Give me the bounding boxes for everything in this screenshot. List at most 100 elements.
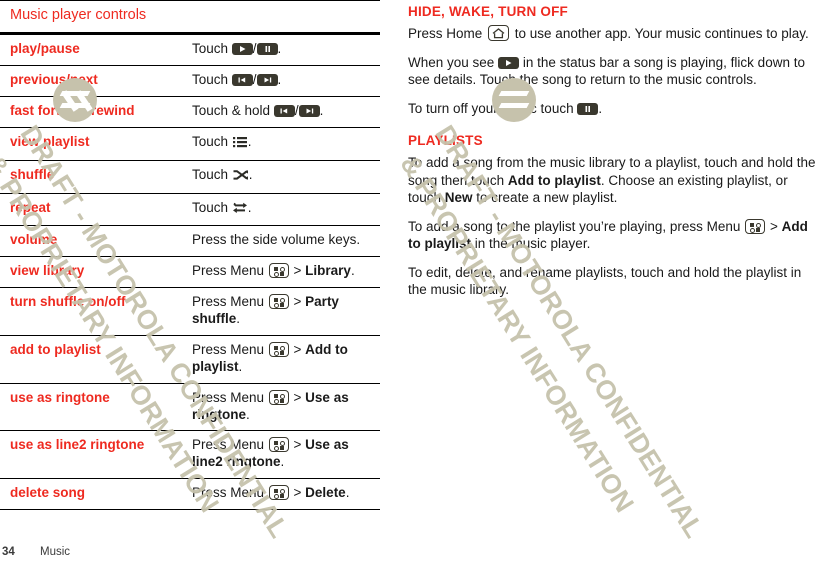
row-description: Press Menu > Add to playlist.	[190, 335, 380, 383]
row-term: add to playlist	[10, 341, 101, 357]
desc-prefix: Press Menu	[192, 389, 268, 405]
row-term: volume	[10, 232, 58, 248]
table-row: volume Press the side volume keys.	[0, 226, 380, 257]
row-description: Touch /.	[190, 34, 380, 66]
desc-prefix: Press Menu	[192, 437, 268, 453]
music-player-controls-table: Music player controls play/pause Touch /…	[0, 0, 380, 510]
page-footer: 34 Music	[0, 546, 380, 558]
desc-prefix: Press Menu	[192, 294, 268, 310]
paragraph-add-song-to-playlist: To add a song from the music library to …	[408, 154, 823, 207]
music-player-controls-table-wrapper: Music player controls play/pause Touch /…	[0, 0, 380, 510]
desc-prefix: Touch	[192, 133, 232, 149]
rewind-icon	[273, 104, 295, 117]
play-status-icon	[498, 56, 520, 69]
table-row: view playlist Touch .	[0, 127, 380, 161]
desc-prefix: Touch & hold	[192, 102, 274, 118]
desc-suffix: .	[277, 72, 282, 87]
chapter-label: Music	[40, 546, 71, 558]
paragraph-press-home: Press Home to use another app. Your musi…	[408, 25, 823, 43]
row-term: previous/next	[10, 72, 98, 87]
row-term: use as line2 ringtone	[10, 437, 145, 453]
row-description: Touch .	[190, 193, 380, 226]
menu-key-icon	[268, 263, 289, 279]
row-description: Press Menu > Delete.	[190, 478, 380, 510]
fast-forward-icon	[298, 104, 320, 117]
table-row: use as ringtone Press Menu > Use as ring…	[0, 383, 380, 431]
table-row: add to playlist Press Menu > Add to play…	[0, 335, 380, 384]
paragraph-turn-off: To turn off your music touch .	[408, 100, 823, 118]
para-text: to use another app. Your music continues…	[511, 26, 809, 41]
desc-suffix: .	[247, 133, 252, 149]
para-text: >	[766, 218, 782, 234]
desc-bold: Delete	[305, 485, 346, 501]
menu-key-icon	[268, 389, 289, 405]
previous-track-icon	[231, 74, 253, 86]
para-text: To turn off your music touch	[408, 100, 578, 116]
table-row: delete song Press Menu > Delete.	[0, 478, 380, 510]
desc-suffix: .	[345, 485, 350, 501]
row-term: view library	[10, 263, 85, 279]
desc-bold: Library	[305, 263, 351, 279]
desc-mid: >	[289, 485, 306, 501]
para-text: To add a song to the playlist you’re pla…	[408, 218, 745, 234]
desc-suffix: .	[319, 102, 324, 118]
table-row: repeat Touch .	[0, 193, 380, 226]
shuffle-icon	[233, 169, 248, 186]
table-row: play/pause Touch /.	[0, 34, 380, 66]
desc-suffix: .	[350, 263, 355, 279]
menu-key-icon	[268, 341, 289, 357]
desc-prefix: Touch	[192, 199, 232, 215]
para-bold-new: New	[444, 190, 473, 206]
pause-button-icon	[256, 43, 278, 56]
table-caption-row: Music player controls	[0, 0, 380, 36]
table-row: use as line2 ringtone Press Menu > Use a…	[0, 431, 380, 479]
desc-mid: >	[289, 263, 306, 279]
row-description: Press Menu > Library.	[190, 257, 380, 288]
desc-mid: >	[289, 437, 306, 453]
table-row: previous/next Touch /.	[0, 66, 380, 97]
table-row: turn shuffle on/off Press Menu > Party s…	[0, 288, 380, 336]
menu-key-icon	[268, 485, 289, 501]
row-description: Touch & hold /.	[190, 96, 380, 127]
desc-prefix: Press Menu	[192, 485, 268, 501]
menu-key-icon	[745, 218, 766, 234]
table-caption: Music player controls	[0, 0, 380, 36]
page-number: 34	[2, 546, 15, 558]
desc-prefix: Press Menu	[192, 263, 268, 279]
desc-mid: >	[289, 294, 306, 310]
para-text: When you see	[408, 54, 499, 70]
row-description: Press Menu > Use as ringtone.	[190, 383, 380, 431]
desc-suffix: .	[277, 41, 282, 57]
home-key-icon	[488, 25, 510, 41]
desc-prefix: Touch	[192, 41, 232, 57]
row-description: Touch /.	[190, 66, 380, 97]
desc-prefix: Press Menu	[192, 341, 268, 357]
desc-suffix: .	[280, 454, 285, 470]
row-description: Press Menu > Use as line2 ringtone.	[190, 431, 380, 479]
desc-prefix: Touch	[192, 72, 232, 87]
table-row: shuffle Touch .	[0, 160, 380, 193]
desc-suffix: .	[238, 358, 243, 374]
desc-suffix: .	[248, 166, 253, 182]
desc-mid: >	[289, 389, 306, 405]
row-term: turn shuffle on/off	[10, 294, 126, 310]
section-heading-playlists: Playlists	[408, 133, 483, 149]
table-row: fast forward/rewind Touch & hold /.	[0, 96, 380, 128]
row-term: delete song	[0, 478, 190, 510]
para-bold-add-to-playlist: Add to playlist	[507, 172, 601, 188]
section-heading-hide-wake-turn-off: Hide, wake, turn off	[408, 4, 568, 19]
table-row: view library Press Menu > Library.	[0, 257, 380, 288]
para-text: to create a new playlist.	[472, 190, 618, 206]
desc-suffix: .	[246, 406, 250, 422]
row-description: Touch .	[190, 160, 380, 193]
para-text: Press Home	[408, 26, 487, 41]
row-term: play/pause	[10, 41, 80, 57]
row-term: view playlist	[10, 133, 90, 149]
menu-key-icon	[268, 294, 289, 310]
row-term: fast forward/rewind	[10, 102, 135, 118]
desc-prefix: Touch	[192, 166, 232, 182]
paragraph-status-bar: When you see in the status bar a song is…	[408, 54, 823, 89]
para-text: .	[598, 100, 603, 116]
repeat-icon	[232, 202, 247, 219]
pause-button-icon	[577, 102, 599, 115]
